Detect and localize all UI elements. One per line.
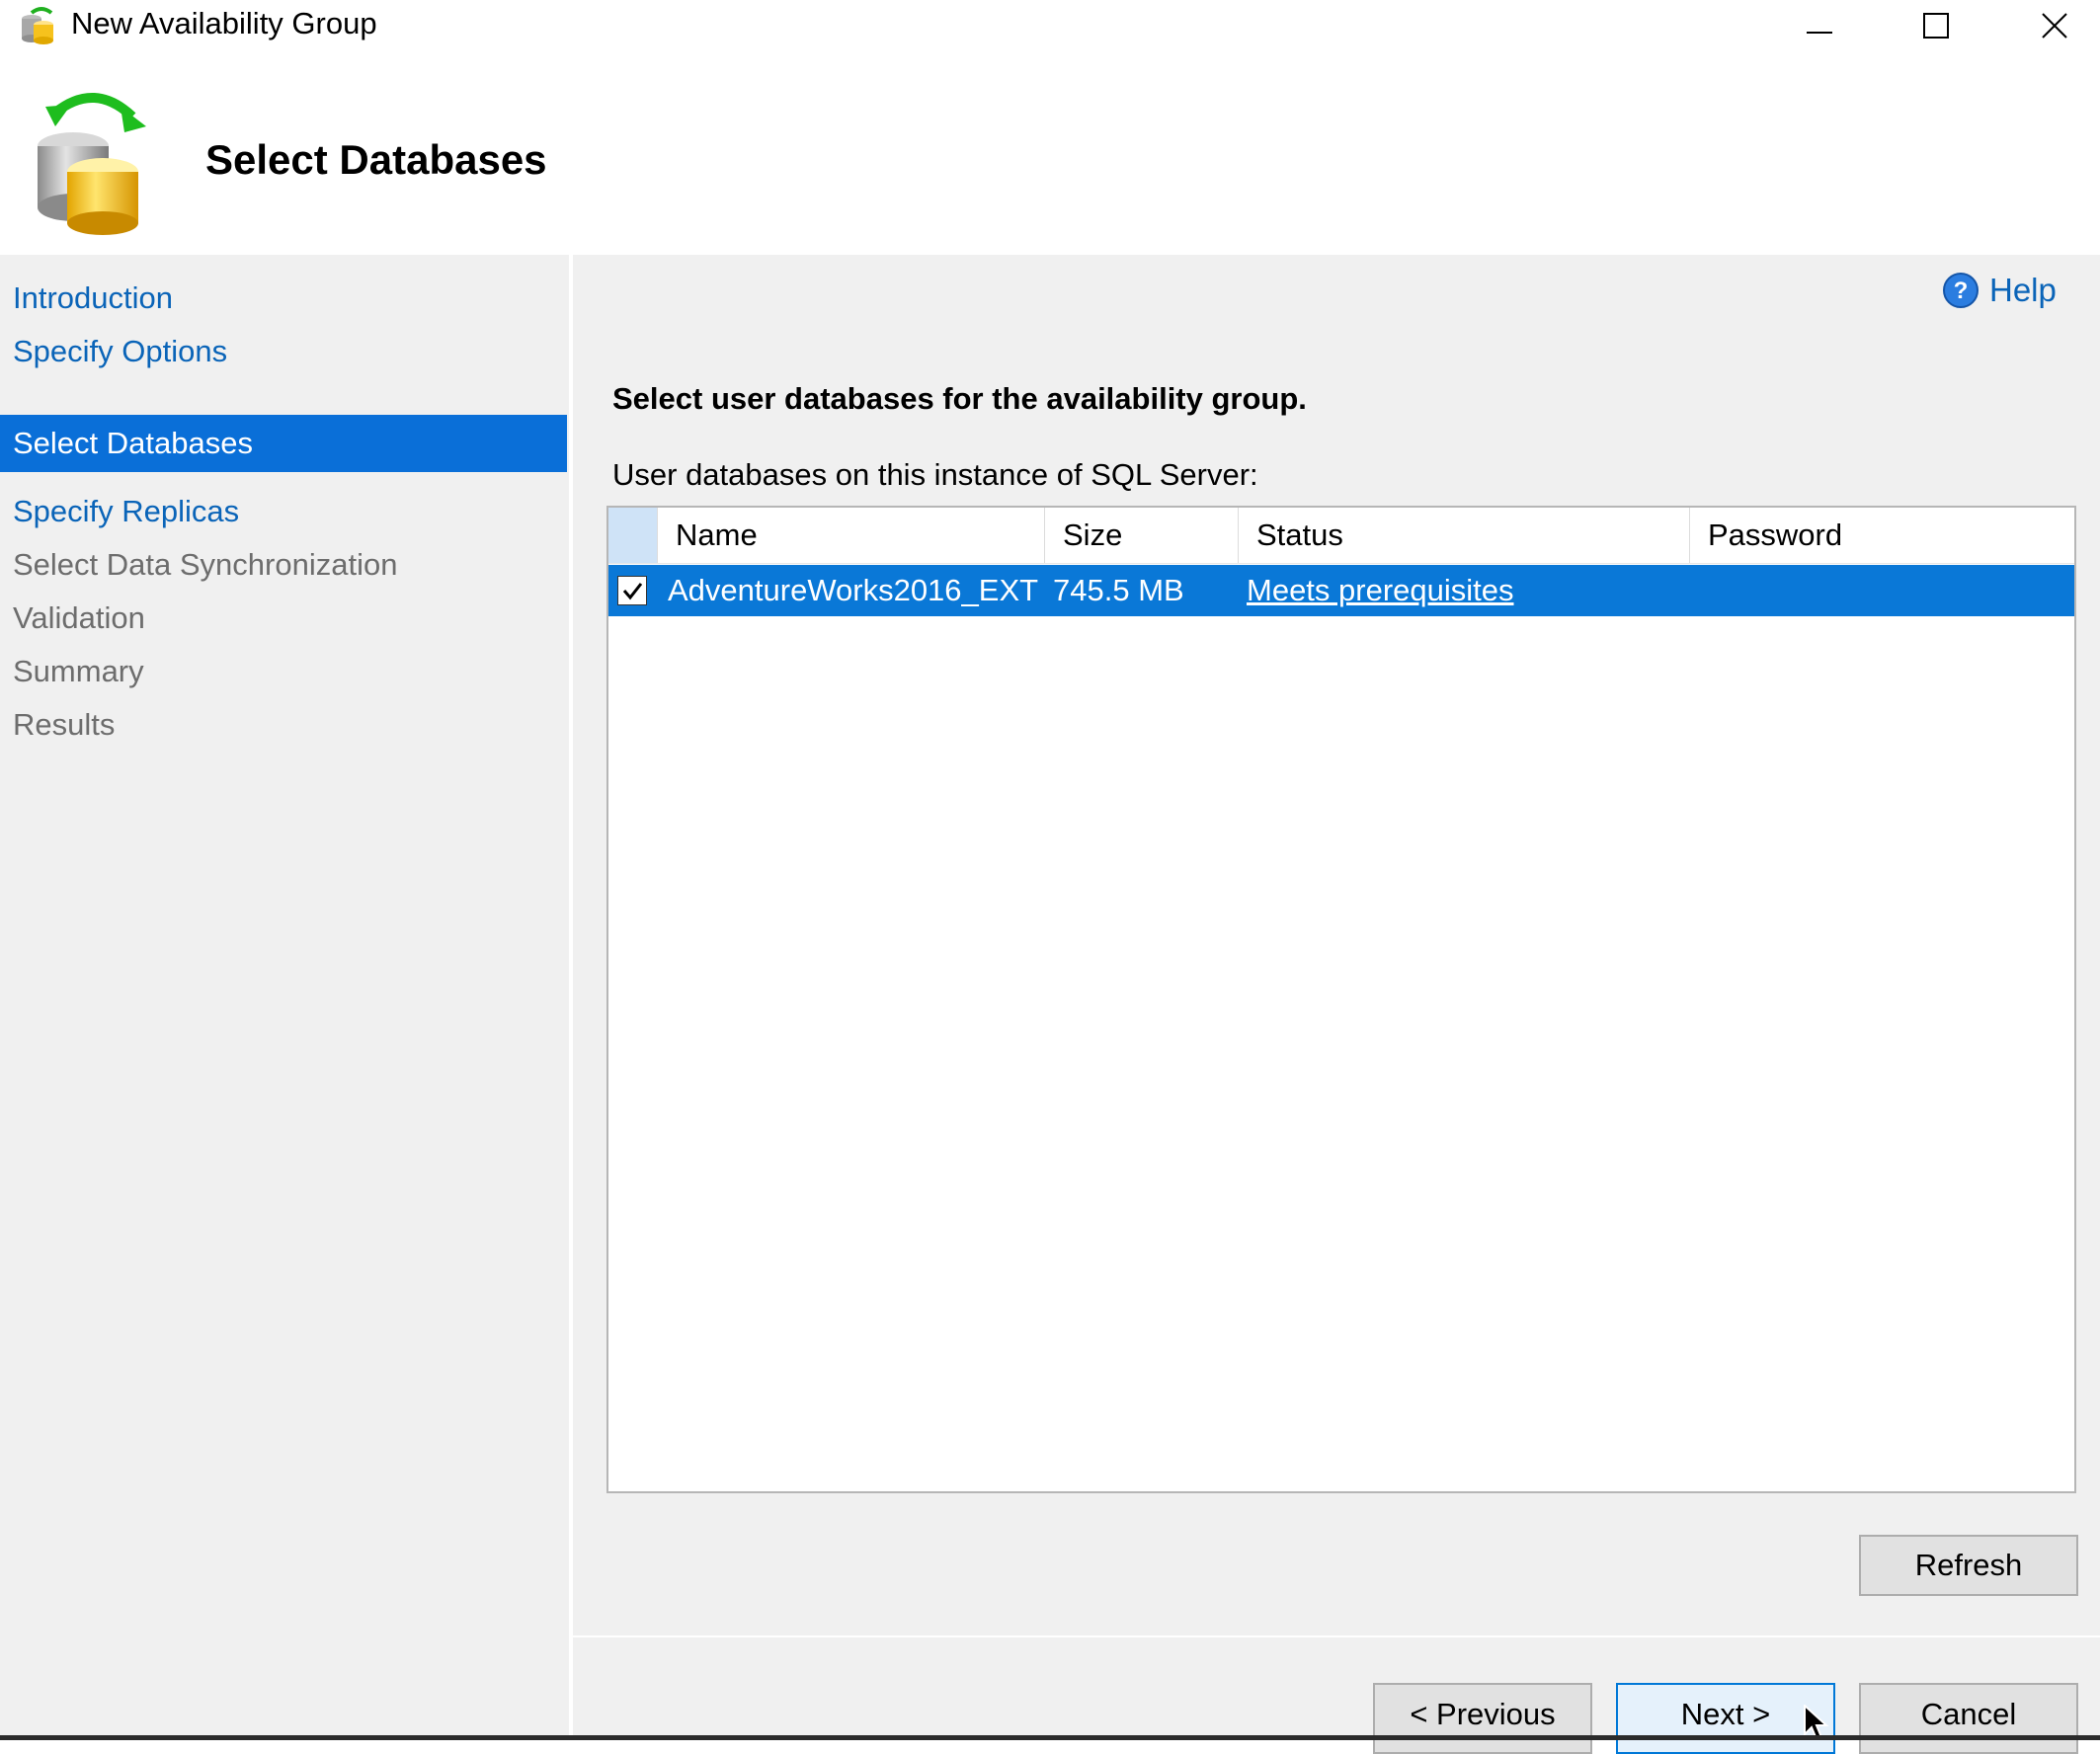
cancel-button[interactable]: Cancel: [1859, 1683, 2078, 1754]
close-icon: [2042, 13, 2067, 39]
nav-item-select-data-synchronization: Select Data Synchronization: [13, 547, 398, 582]
grid-header: Name Size Status Password: [608, 508, 2074, 564]
app-icon: [18, 5, 57, 44]
grid-label: User databases on this instance of SQL S…: [612, 457, 1258, 492]
help-label[interactable]: Help: [1989, 272, 2057, 309]
nav-divider: [569, 255, 571, 1740]
window-bottom-edge: [0, 1735, 2100, 1740]
nav-item-validation: Validation: [13, 600, 145, 635]
maximize-button[interactable]: [1877, 0, 1995, 51]
cell-database-name: AdventureWorks2016_EXT: [668, 573, 1039, 607]
row-checkbox[interactable]: [617, 576, 647, 605]
nav-item-specify-replicas[interactable]: Specify Replicas: [0, 483, 567, 540]
select-all-header[interactable]: [608, 508, 658, 563]
help-link[interactable]: ? Help: [1942, 269, 2057, 312]
wizard-nav: Introduction Specify Options Select Data…: [0, 255, 571, 1740]
page-title: Select Databases: [205, 136, 547, 183]
nav-item-summary: Summary: [13, 654, 144, 688]
next-button[interactable]: Next >: [1616, 1683, 1835, 1754]
window-title: New Availability Group: [71, 6, 377, 40]
wizard-header: Select Databases: [0, 51, 2100, 255]
status-link[interactable]: Meets prerequisites: [1247, 565, 1514, 616]
help-icon: ?: [1943, 273, 1979, 308]
databases-grid[interactable]: Name Size Status Password AdventureWorks…: [606, 506, 2076, 1493]
maximize-icon: [1923, 13, 1949, 39]
column-header-status[interactable]: Status: [1239, 508, 1690, 563]
column-header-password[interactable]: Password: [1690, 508, 2075, 563]
column-header-size[interactable]: Size: [1045, 508, 1239, 563]
previous-button[interactable]: < Previous: [1373, 1683, 1592, 1754]
database-sync-icon: [26, 87, 164, 235]
nav-item-results: Results: [13, 707, 116, 742]
title-bar: New Availability Group: [0, 0, 2100, 51]
nav-item-specify-options[interactable]: Specify Options: [0, 323, 567, 380]
instruction-text: Select user databases for the availabili…: [612, 381, 1307, 416]
cell-database-size: 745.5 MB: [1053, 573, 1184, 607]
content-panel: ? Help Select user databases for the ava…: [573, 255, 2100, 1754]
footer-divider: [573, 1635, 2100, 1637]
nav-item-select-databases[interactable]: Select Databases: [0, 415, 567, 472]
table-row[interactable]: AdventureWorks2016_EXT 745.5 MB Meets pr…: [608, 565, 2074, 616]
nav-item-introduction[interactable]: Introduction: [0, 270, 567, 327]
svg-text:?: ?: [1954, 278, 1969, 304]
refresh-button[interactable]: Refresh: [1859, 1535, 2078, 1596]
checkmark-icon: [622, 583, 643, 600]
close-button[interactable]: [1995, 0, 2100, 51]
minimize-icon: [1807, 32, 1832, 34]
minimize-button[interactable]: [1760, 0, 1879, 51]
column-header-name[interactable]: Name: [658, 508, 1045, 563]
